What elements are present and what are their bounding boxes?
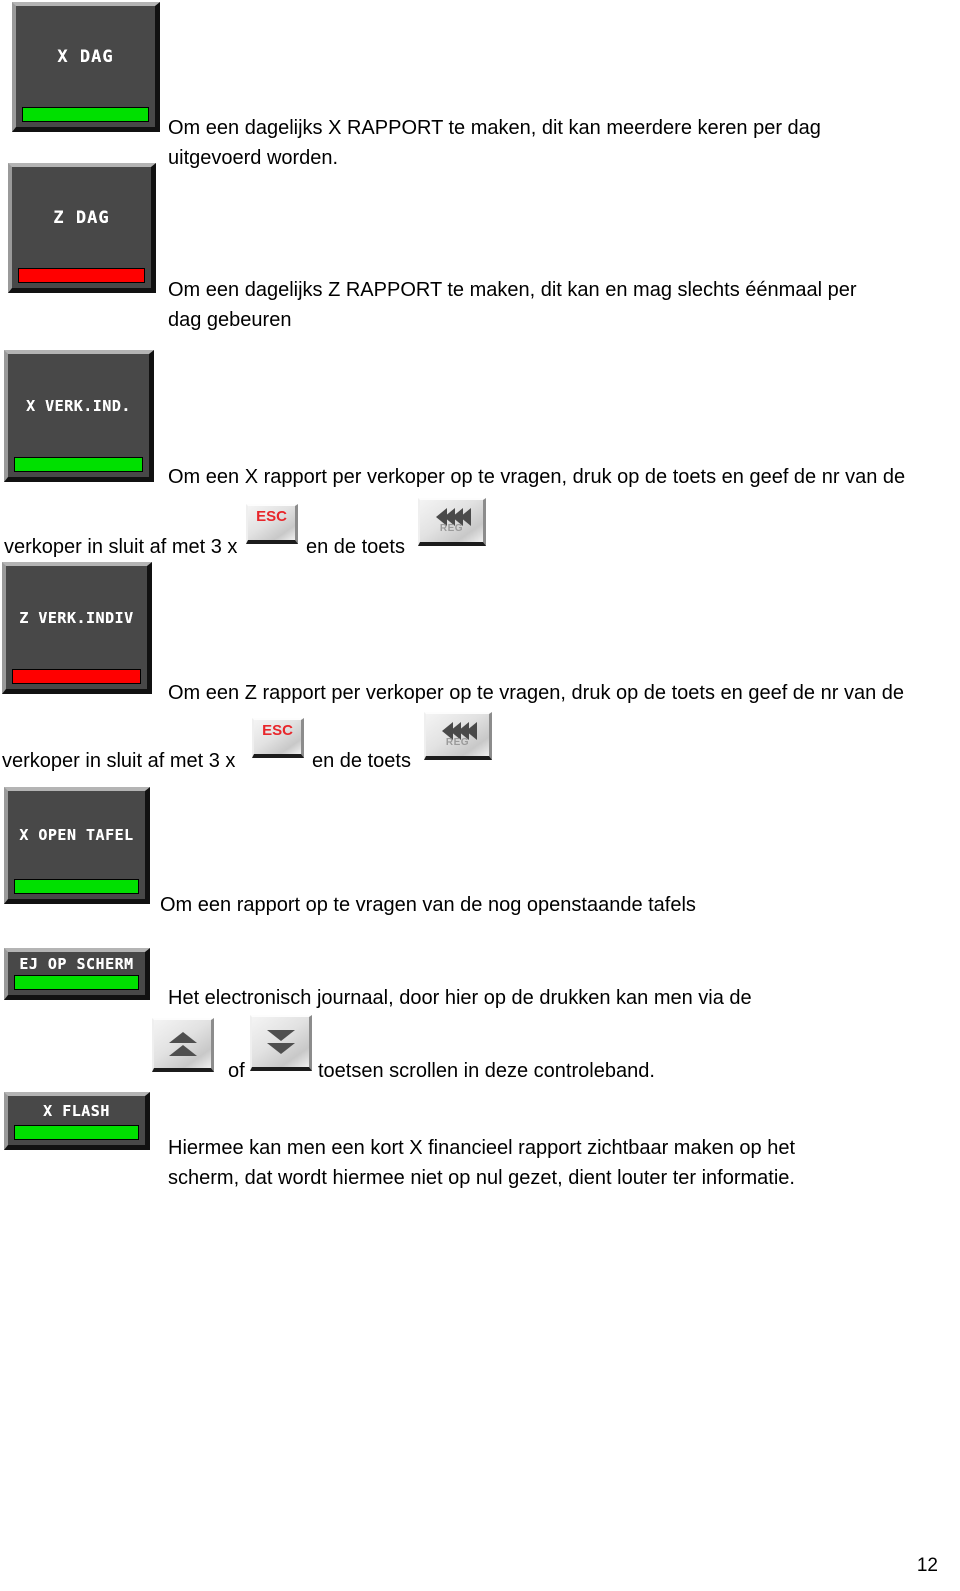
description-z-verk-indiv-line2-a: verkoper in sluit af met 3 x — [2, 750, 236, 772]
pos-key-x-flash[interactable]: X FLASH — [4, 1092, 150, 1150]
key-cap: Z DAG — [12, 167, 151, 268]
pos-key-z-dag[interactable]: Z DAG — [8, 163, 156, 293]
key-lamp-red — [12, 669, 141, 684]
key-lamp-green — [14, 457, 143, 472]
esc-key-1[interactable]: ESC — [246, 504, 298, 544]
esc-key-label: ESC — [262, 721, 293, 739]
double-up-arrow-icon — [168, 1032, 197, 1056]
document-page: X DAG Om een dagelijks X RAPPORT te make… — [0, 0, 960, 1591]
pos-key-legend: Z DAG — [53, 207, 110, 228]
pos-key-ej-op-scherm[interactable]: EJ OP SCHERM — [4, 948, 150, 1000]
double-down-arrow-icon — [266, 1030, 295, 1054]
key-lamp-red — [18, 268, 145, 283]
reg-key-glyph: REG — [441, 722, 477, 748]
key-lamp-green — [22, 107, 149, 122]
key-cap: X VERK.IND. — [8, 354, 149, 457]
key-lamp-green — [14, 975, 139, 990]
description-ej-scroll-tail: toetsen scrollen in deze controleband. — [318, 1060, 655, 1082]
pos-key-legend: Z VERK.INDIV — [19, 608, 134, 627]
pos-key-z-verk-indiv[interactable]: Z VERK.INDIV — [2, 562, 152, 694]
description-z-verk-indiv: Om een Z rapport per verkoper op te vrag… — [168, 682, 904, 704]
reg-key-label: REG — [445, 737, 470, 748]
description-x-verk-ind-line2-a: verkoper in sluit af met 3 x — [4, 536, 238, 558]
key-cap: X FLASH — [8, 1096, 145, 1125]
reg-key-label: REG — [439, 523, 464, 534]
key-cap: X DAG — [16, 6, 155, 107]
reg-key-2[interactable]: REG — [424, 712, 492, 760]
description-x-open-tafel: Om een rapport op te vragen van de nog o… — [160, 894, 696, 916]
pos-key-legend: X VERK.IND. — [26, 396, 131, 415]
reg-key-1[interactable]: REG — [418, 498, 486, 546]
description-ej-op-scherm: Het electronisch journaal, door hier op … — [168, 987, 752, 1009]
pos-key-x-dag[interactable]: X DAG — [12, 2, 160, 132]
esc-key-2[interactable]: ESC — [252, 718, 304, 758]
pos-key-legend: X DAG — [57, 46, 114, 67]
pos-key-x-open-tafel[interactable]: X OPEN TAFEL — [4, 787, 150, 904]
key-lamp-green — [14, 879, 139, 894]
scroll-conjunction-of: of — [228, 1060, 245, 1082]
key-cap: EJ OP SCHERM — [8, 952, 145, 975]
esc-key-label: ESC — [256, 507, 287, 525]
reg-key-glyph: REG — [435, 508, 471, 534]
description-x-verk-ind: Om een X rapport per verkoper op te vrag… — [168, 466, 906, 488]
description-x-flash: Hiermee kan men een kort X financieel ra… — [168, 1137, 796, 1189]
pos-key-x-verk-ind[interactable]: X VERK.IND. — [4, 350, 154, 482]
description-x-dag: Om een dagelijks X RAPPORT te maken, dit… — [168, 117, 821, 169]
scroll-up-key[interactable] — [152, 1018, 214, 1072]
key-lamp-green — [14, 1125, 139, 1140]
key-cap: X OPEN TAFEL — [8, 791, 145, 879]
page-number: 12 — [916, 1555, 938, 1576]
pos-key-legend: X OPEN TAFEL — [19, 826, 134, 844]
pos-key-legend: X FLASH — [43, 1101, 110, 1120]
scroll-down-key[interactable] — [250, 1015, 312, 1071]
description-z-verk-indiv-line2-b: en de toets — [312, 750, 411, 772]
description-z-dag: Om een dagelijks Z RAPPORT te maken, dit… — [168, 279, 857, 331]
pos-key-legend: EJ OP SCHERM — [19, 954, 134, 973]
key-cap: Z VERK.INDIV — [6, 566, 147, 669]
description-x-verk-ind-line2-b: en de toets — [306, 536, 405, 558]
